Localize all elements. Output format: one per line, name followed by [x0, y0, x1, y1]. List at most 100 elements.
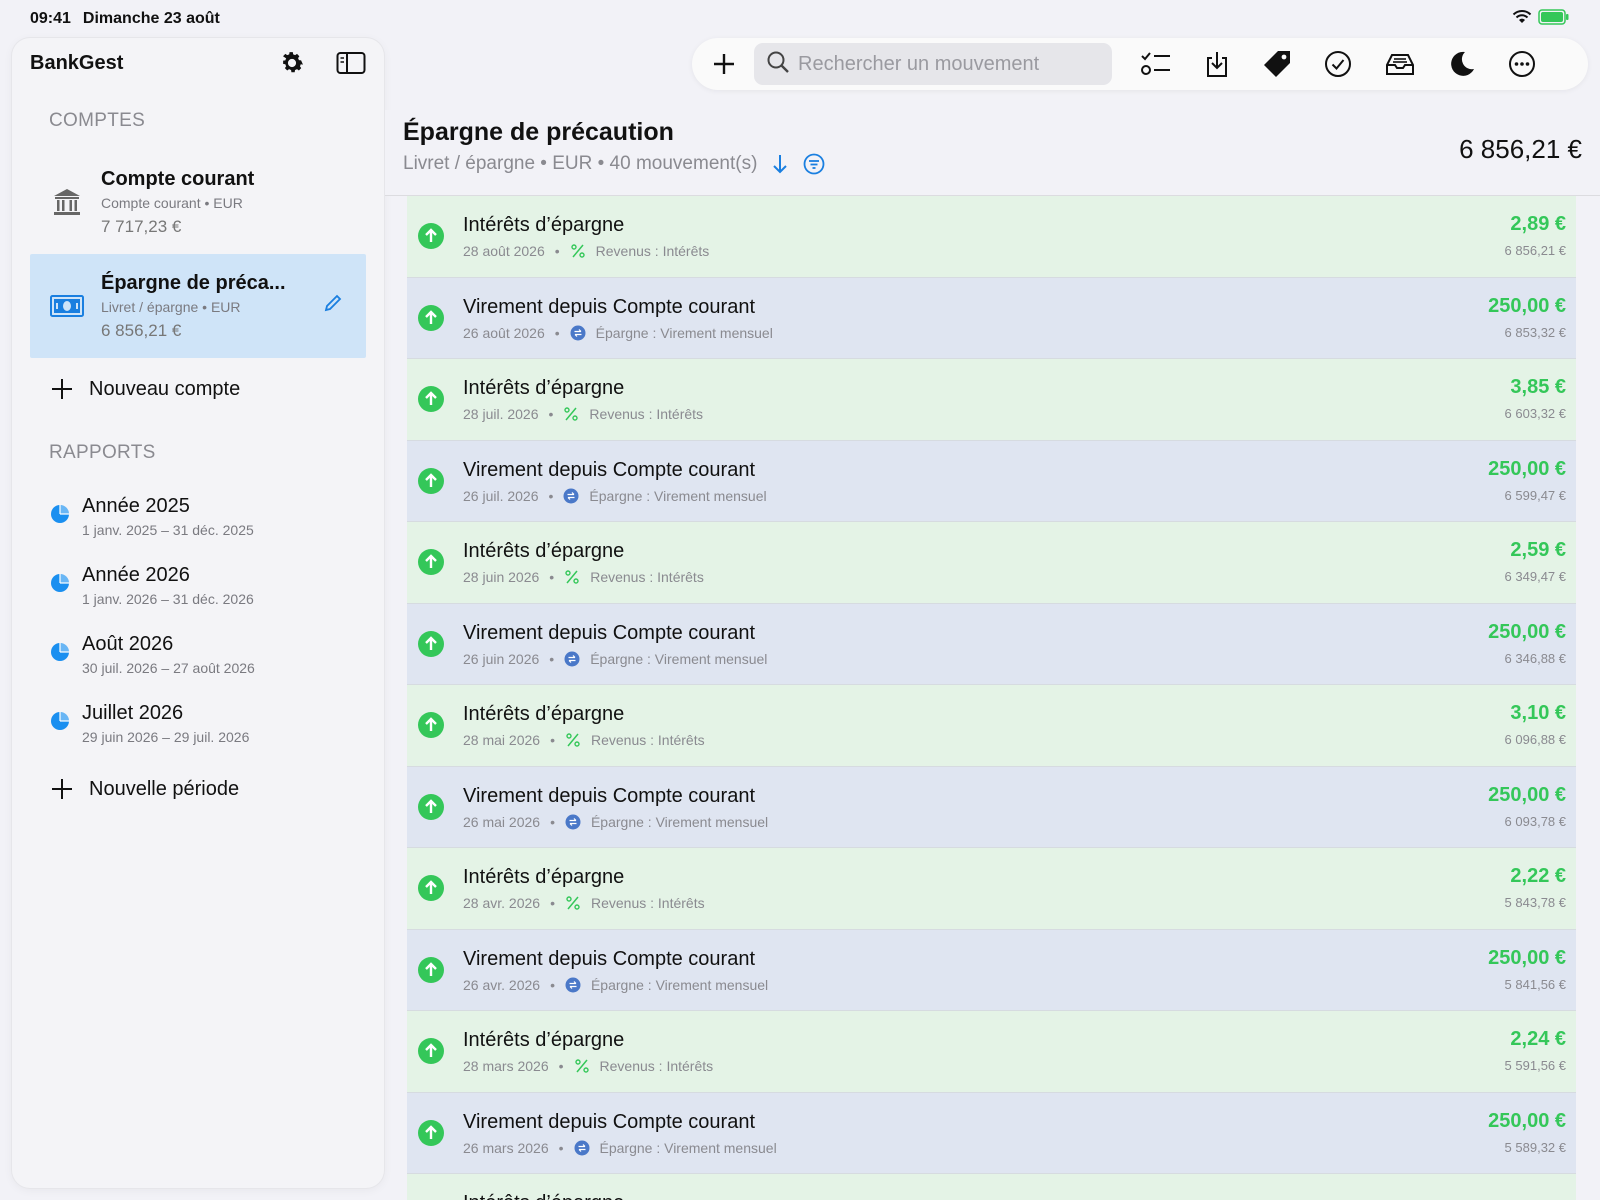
transfer-icon — [564, 651, 580, 667]
report-item[interactable]: Année 2025 1 janv. 2025 – 31 déc. 2025 — [12, 482, 384, 551]
transaction-list: Intérêts d’épargne 28 août 2026 • Revenus :… — [407, 196, 1576, 1200]
status-time: 09:41 — [30, 10, 71, 27]
search-icon — [766, 50, 790, 79]
transaction-row[interactable]: Intérêts d’épargne 28 avr. 2026 • Revenus :… — [407, 848, 1576, 930]
percent-icon — [565, 732, 581, 748]
checkmark-circle-icon[interactable] — [1324, 50, 1352, 78]
transaction-amount: 2,24 € — [1510, 1028, 1566, 1050]
transaction-running-balance: 6 093,78 € — [1504, 813, 1566, 829]
account-item-epargne[interactable]: Épargne de préca... Livret / épargne • E… — [30, 254, 366, 358]
moon-icon[interactable] — [1448, 50, 1476, 78]
transaction-category: Revenus : Intérêts — [599, 1058, 714, 1074]
transaction-row[interactable]: Virement depuis Compte courant 26 juin 20… — [407, 603, 1576, 685]
transaction-category: Revenus : Intérêts — [590, 732, 705, 748]
account-item-compte-courant[interactable]: Compte courant Compte courant • EUR 7 71… — [30, 150, 366, 254]
separator-dot: • — [554, 243, 560, 259]
import-icon[interactable] — [1204, 50, 1230, 78]
sort-descending-icon[interactable] — [771, 153, 789, 175]
pencil-icon[interactable] — [324, 294, 342, 317]
transaction-date: 28 mai 2026 — [463, 732, 541, 748]
status-bar: 09:41 Dimanche 23 août — [0, 0, 1600, 38]
report-item[interactable]: Juillet 2026 29 juin 2026 – 29 juil. 202… — [12, 689, 384, 758]
transaction-row[interactable]: Intérêts d’épargne 28 mai 2026 • Revenus : … — [407, 685, 1576, 767]
report-range: 1 janv. 2025 – 31 déc. 2025 — [82, 522, 254, 538]
transaction-running-balance: 6 096,88 € — [1504, 732, 1566, 747]
new-account-button[interactable]: Nouveau compte — [12, 358, 384, 420]
transaction-row[interactable]: Intérêts d’épargne 28 juil. 2026 • Revenus … — [407, 359, 1576, 441]
plus-icon — [51, 378, 73, 400]
transaction-amount: 250,00 € — [1488, 1109, 1566, 1132]
bank-icon — [50, 185, 84, 219]
transaction-row[interactable]: Intérêts d’épargne 28 mars 2026 • Revenus :… — [407, 1011, 1576, 1093]
transaction-date: 26 juin 2026 — [463, 650, 540, 667]
transaction-row[interactable]: Virement depuis Compte courant 26 août 20… — [407, 277, 1576, 359]
add-icon[interactable] — [704, 44, 744, 84]
page-subtitle: Livret / épargne • EUR • 40 mouvement(s) — [403, 153, 758, 174]
gear-icon[interactable] — [278, 49, 306, 77]
transaction-row[interactable]: Virement depuis Compte courant 26 juil. 2… — [407, 440, 1576, 522]
transaction-row[interactable]: Virement depuis Compte courant 26 mars 20… — [407, 1092, 1576, 1174]
tag-icon[interactable] — [1262, 49, 1292, 79]
arrow-up-circle-icon — [418, 1119, 444, 1151]
transaction-meta: 28 août 2026 • Revenus : Intérêts — [463, 243, 709, 259]
report-range: 29 juin 2026 – 29 juil. 2026 — [82, 729, 250, 745]
report-name: Juillet 2026 — [82, 702, 184, 724]
transaction-amount: 3,10 € — [1510, 702, 1566, 724]
percent-icon — [565, 895, 581, 911]
transaction-row[interactable]: Intérêts d’épargne 28 août 2026 • Revenus :… — [407, 196, 1576, 278]
transaction-category: Épargne : Virement mensuel — [590, 813, 769, 830]
separator-dot: • — [550, 976, 555, 993]
transaction-meta: 28 avr. 2026 • Revenus : Intérêts — [463, 895, 705, 911]
transaction-running-balance: 6 856,21 € — [1504, 243, 1566, 258]
filter-icon[interactable] — [803, 153, 825, 175]
transaction-date: 26 mai 2026 — [463, 813, 541, 830]
arrow-up-circle-icon — [418, 223, 444, 254]
transaction-row[interactable]: Virement depuis Compte courant 26 mai 202… — [407, 766, 1576, 848]
separator-dot: • — [558, 1058, 564, 1074]
plus-icon — [51, 778, 73, 800]
account-balance: 6 856,21 € — [101, 320, 182, 340]
app-title: BankGest — [30, 51, 124, 74]
percent-icon — [564, 569, 580, 585]
report-item[interactable]: Août 2026 30 juil. 2026 – 27 août 2026 — [12, 620, 384, 689]
transaction-meta: 26 juin 2026 • Épargne : Virement mensuel — [463, 651, 767, 667]
search-input[interactable] — [798, 52, 1098, 76]
separator-dot: • — [548, 487, 554, 504]
transaction-row[interactable]: Intérêts d’épargne 28 juin 2026 • Revenus :… — [407, 522, 1576, 604]
arrow-up-circle-icon — [418, 956, 444, 988]
separator-dot: • — [554, 324, 560, 341]
checklist-icon[interactable] — [1140, 50, 1172, 78]
new-period-button[interactable]: Nouvelle période — [12, 758, 384, 820]
transfer-icon — [570, 325, 586, 341]
sidebar-toggle-icon[interactable] — [336, 51, 366, 75]
report-item[interactable]: Année 2026 1 janv. 2026 – 31 déc. 2026 — [12, 551, 384, 620]
transaction-category: Épargne : Virement mensuel — [590, 976, 769, 993]
sidebar: BankGest COMPTES Compte courant Compte c… — [12, 38, 384, 1188]
accounts-section-title: COMPTES — [49, 110, 146, 131]
separator-dot: • — [549, 569, 555, 585]
more-icon[interactable] — [1508, 50, 1536, 78]
transaction-category: Épargne : Virement mensuel — [590, 650, 768, 667]
toolbar — [692, 38, 1588, 90]
transaction-running-balance: 5 841,56 € — [1504, 976, 1566, 992]
page-title: Épargne de précaution — [403, 118, 674, 146]
report-name: Août 2026 — [82, 633, 174, 655]
pie-chart-icon — [50, 711, 70, 736]
new-account-label: Nouveau compte — [89, 377, 241, 400]
wifi-icon — [1512, 9, 1532, 30]
status-indicators — [1512, 8, 1570, 30]
transaction-meta: 26 avr. 2026 • Épargne : Virement mensuel — [463, 977, 768, 993]
inbox-icon[interactable] — [1384, 51, 1416, 77]
transaction-meta: 28 juin 2026 • Revenus : Intérêts — [463, 569, 704, 585]
transaction-running-balance: 6 599,47 € — [1504, 487, 1566, 503]
search-field[interactable] — [754, 43, 1112, 85]
arrow-up-circle-icon — [418, 467, 444, 499]
transfer-icon — [563, 488, 579, 504]
transaction-row[interactable]: Intérêts d’épargne• — [407, 1174, 1576, 1200]
transaction-date: 28 juin 2026 — [463, 569, 540, 585]
transaction-row[interactable]: Virement depuis Compte courant 26 avr. 20… — [407, 929, 1576, 1011]
sidebar-header: BankGest — [12, 38, 384, 88]
transaction-amount: 2,22 € — [1510, 865, 1566, 887]
transaction-meta: 26 août 2026 • Épargne : Virement mensuel — [463, 325, 773, 341]
percent-icon — [563, 406, 579, 422]
